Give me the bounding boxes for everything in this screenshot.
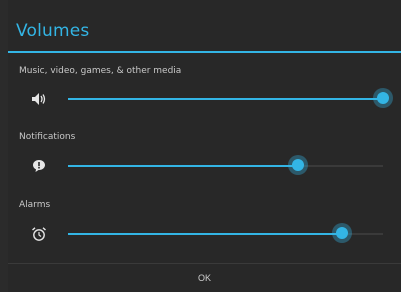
alarms-volume-slider[interactable] — [68, 223, 383, 243]
media-volume-thumb[interactable] — [373, 88, 393, 108]
notification-bubble-icon — [30, 157, 48, 175]
alarms-volume-label: Alarms — [19, 200, 51, 210]
speaker-volume-icon — [30, 90, 48, 108]
media-volume-slider[interactable] — [68, 88, 393, 108]
title-divider — [8, 51, 401, 53]
alarms-volume-thumb[interactable] — [332, 223, 353, 243]
media-volume-label: Music, video, games, & other media — [19, 66, 182, 76]
ok-button[interactable]: OK — [8, 264, 401, 292]
notifications-volume-label: Notifications — [19, 132, 76, 142]
notifications-volume-thumb[interactable] — [287, 155, 308, 175]
notifications-volume-slider[interactable] — [68, 155, 383, 175]
media-volume-fill — [68, 98, 383, 100]
alarm-clock-icon — [30, 225, 48, 243]
notifications-volume-fill — [68, 165, 298, 167]
dialog-title: Volumes — [16, 21, 90, 41]
volumes-dialog: Volumes Music, video, games, & other med… — [8, 0, 401, 292]
alarms-volume-fill — [68, 233, 343, 235]
